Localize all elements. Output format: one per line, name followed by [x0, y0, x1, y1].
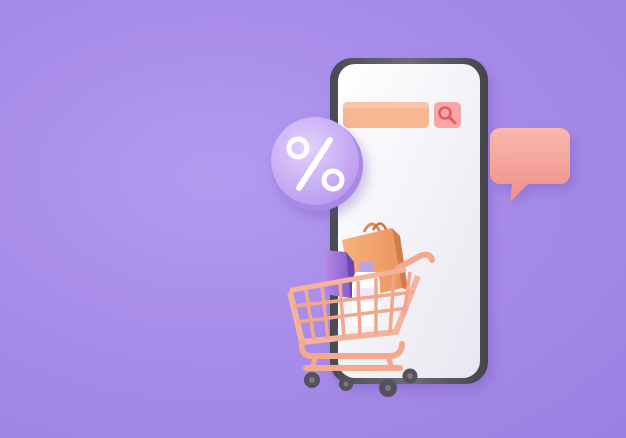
speech-bubble-icon — [490, 128, 570, 202]
chat-bubble — [490, 128, 570, 202]
search-input-highlight — [343, 102, 429, 108]
search-button[interactable] — [434, 102, 461, 128]
search-bar[interactable] — [343, 102, 461, 128]
illustration-scene — [0, 0, 626, 438]
shopping-illustration — [271, 58, 570, 397]
